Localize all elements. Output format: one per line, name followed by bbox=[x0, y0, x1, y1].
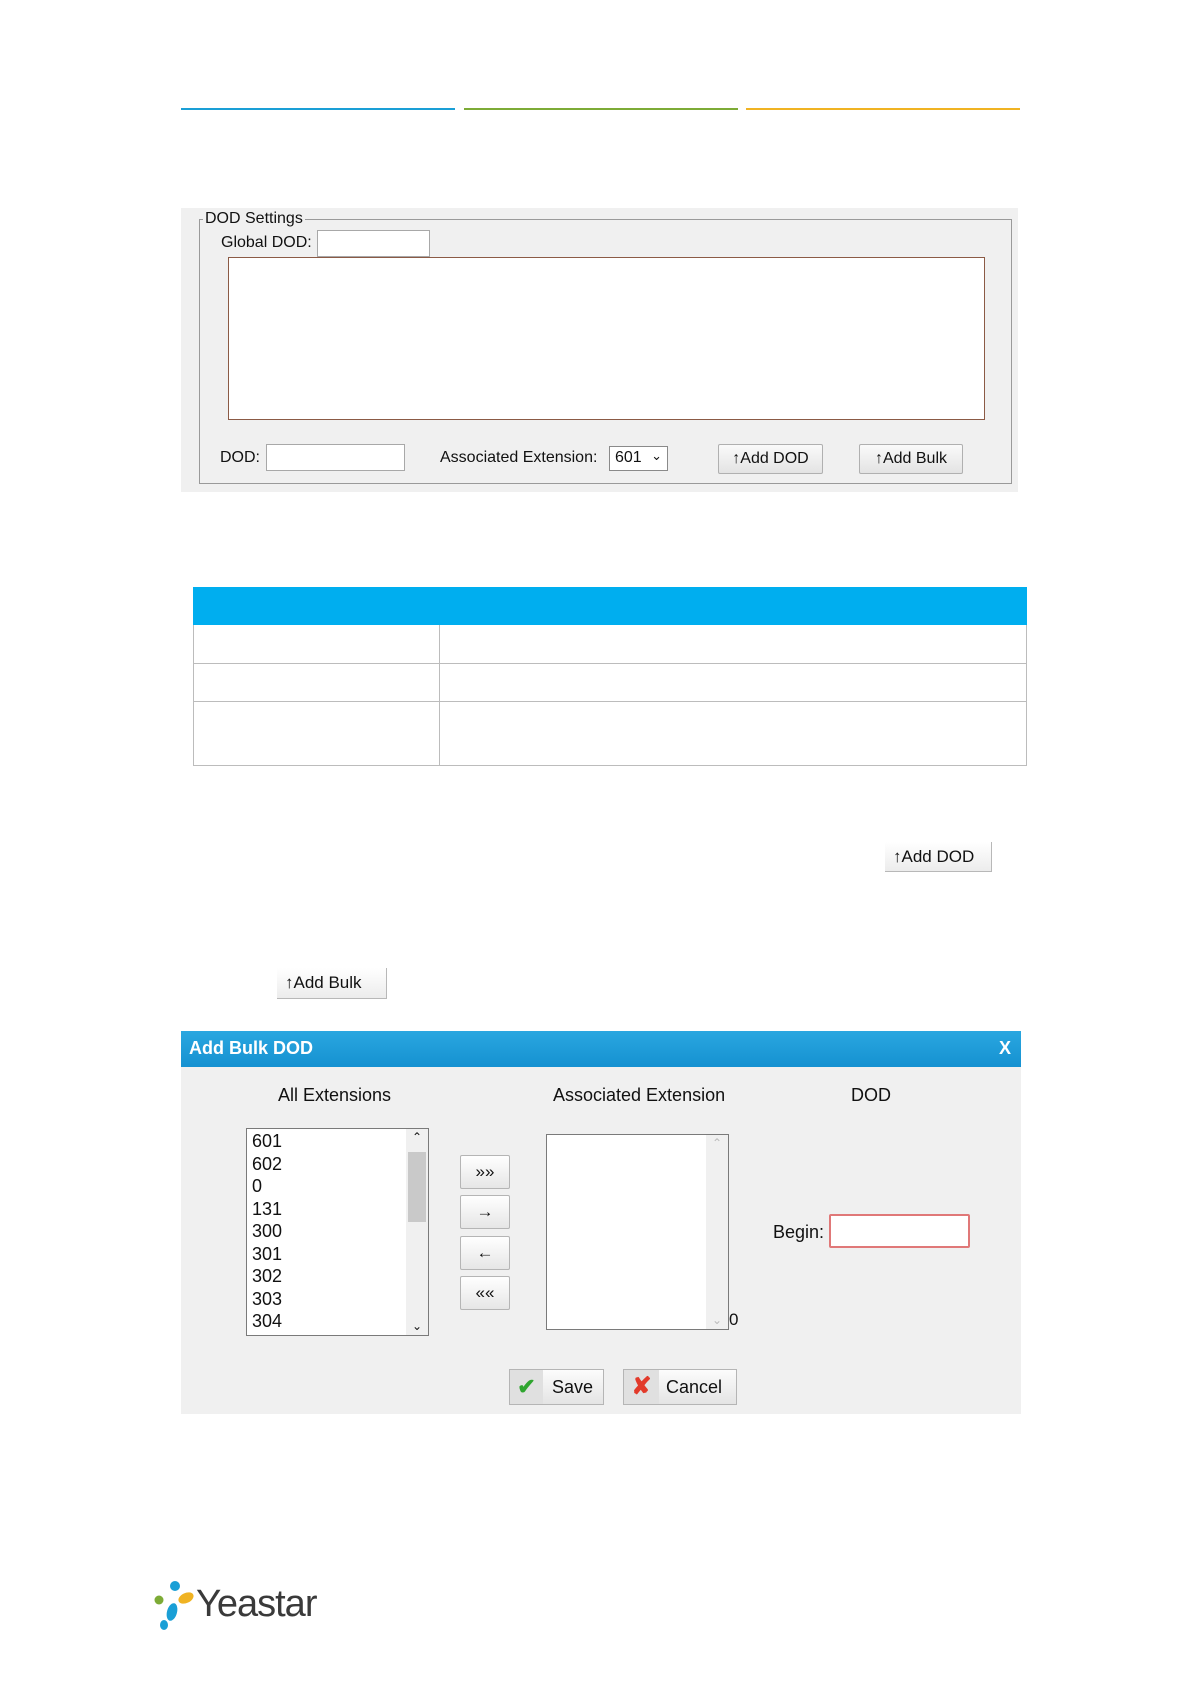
move-all-left-button[interactable]: «« bbox=[460, 1276, 510, 1310]
header-line-green bbox=[464, 108, 738, 110]
inline-add-dod-button: ↑Add DOD bbox=[885, 842, 992, 872]
add-bulk-button[interactable]: ↑Add Bulk bbox=[859, 444, 963, 474]
list-item[interactable]: 601 bbox=[247, 1130, 428, 1153]
list-item[interactable]: 131 bbox=[247, 1198, 428, 1221]
cancel-label: Cancel bbox=[666, 1377, 723, 1397]
dialog-title: Add Bulk DOD bbox=[189, 1038, 313, 1058]
begin-label: Begin: bbox=[773, 1222, 825, 1242]
list-item[interactable]: 302 bbox=[247, 1265, 428, 1288]
list-item[interactable]: 303 bbox=[247, 1288, 428, 1311]
close-icon[interactable]: X bbox=[999, 1038, 1011, 1059]
dod-input[interactable] bbox=[266, 444, 405, 471]
table-border-left bbox=[193, 625, 194, 766]
yeastar-logo: Yeastar bbox=[152, 1580, 322, 1630]
list-item[interactable]: 602 bbox=[247, 1153, 428, 1176]
all-extensions-heading: All Extensions bbox=[278, 1085, 392, 1105]
associated-extension-heading: Associated Extension bbox=[553, 1085, 726, 1105]
move-left-button[interactable]: ← bbox=[460, 1236, 510, 1270]
inline-add-bulk-button: ↑Add Bulk bbox=[277, 968, 387, 999]
table-border-right bbox=[1026, 625, 1027, 766]
list-item[interactable]: 300 bbox=[247, 1220, 428, 1243]
table-row bbox=[193, 663, 1027, 664]
associated-extension-scrollbar[interactable]: ⌃ ⌄ bbox=[706, 1135, 728, 1329]
header-line-blue bbox=[181, 108, 455, 110]
header-line-yellow bbox=[746, 108, 1020, 110]
dod-list-textarea[interactable] bbox=[228, 257, 985, 420]
list-item[interactable]: 0 bbox=[247, 1175, 428, 1198]
associated-extension-label: Associated Extension: bbox=[440, 449, 598, 466]
all-extensions-list[interactable]: 601 602 0 131 300 301 302 303 304 ⌃ ⌄ bbox=[246, 1128, 429, 1336]
dialog-title-bar: Add Bulk DOD X bbox=[181, 1031, 1021, 1067]
scroll-up-icon[interactable]: ⌃ bbox=[712, 1136, 722, 1150]
scrollbar-thumb[interactable] bbox=[408, 1152, 426, 1222]
scroll-up-icon[interactable]: ⌃ bbox=[412, 1130, 422, 1144]
table-row bbox=[193, 765, 1027, 766]
list-item[interactable]: 304 bbox=[247, 1310, 428, 1333]
table-divider-column bbox=[439, 625, 440, 766]
add-dod-button[interactable]: ↑Add DOD bbox=[718, 444, 823, 474]
table-row bbox=[193, 701, 1027, 702]
brand-name: Yeastar bbox=[196, 1583, 317, 1625]
all-extensions-options: 601 602 0 131 300 301 302 303 304 bbox=[247, 1129, 428, 1333]
associated-extension-list[interactable]: ⌃ ⌄ bbox=[546, 1134, 729, 1330]
scroll-down-icon[interactable]: ⌄ bbox=[412, 1319, 422, 1333]
associated-extension-value: 601 bbox=[615, 449, 642, 466]
scroll-down-icon[interactable]: ⌄ bbox=[712, 1313, 722, 1327]
save-button[interactable]: ✔ Save bbox=[509, 1369, 604, 1405]
save-label: Save bbox=[552, 1377, 594, 1397]
global-dod-label: Global DOD: bbox=[221, 234, 312, 251]
table-header bbox=[193, 587, 1027, 625]
begin-input[interactable] bbox=[829, 1214, 970, 1248]
dod-heading: DOD bbox=[851, 1085, 891, 1105]
move-all-right-button[interactable]: »» bbox=[460, 1155, 510, 1189]
dod-label: DOD: bbox=[220, 449, 260, 466]
list-item[interactable]: 301 bbox=[247, 1243, 428, 1266]
close-x-icon: ✘ bbox=[624, 1370, 659, 1404]
yeastar-mark-icon bbox=[154, 1581, 194, 1630]
check-icon: ✔ bbox=[510, 1370, 543, 1404]
associated-extension-select[interactable]: 601 ⌄ bbox=[609, 446, 668, 471]
dod-settings-legend: DOD Settings bbox=[203, 210, 305, 228]
global-dod-input[interactable] bbox=[317, 230, 430, 257]
all-extensions-scrollbar[interactable]: ⌃ ⌄ bbox=[406, 1129, 428, 1335]
cancel-button[interactable]: ✘ Cancel bbox=[623, 1369, 737, 1405]
chevron-down-icon: ⌄ bbox=[651, 448, 662, 463]
associated-count: 0 bbox=[729, 1310, 739, 1329]
move-right-button[interactable]: → bbox=[460, 1195, 510, 1229]
